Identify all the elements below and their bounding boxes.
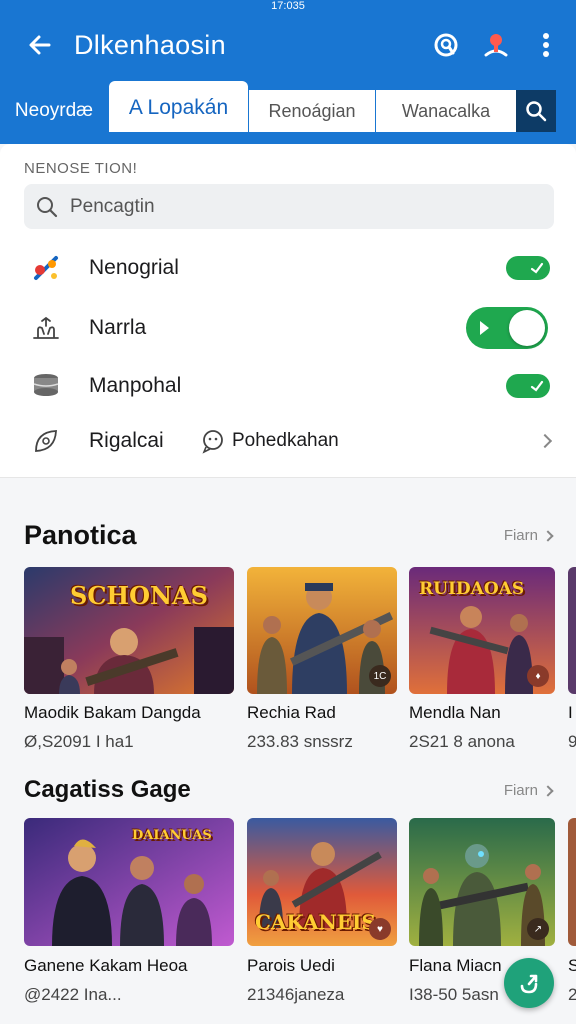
status-bar: 17:035: [0, 0, 576, 14]
game-title: Maodik Bakam Dangda: [24, 703, 201, 722]
game-thumbnail: 1C: [247, 567, 397, 694]
app-title: Dlkenhaosin: [74, 29, 226, 60]
game-meta: 233.83 snssrz: [247, 732, 353, 751]
search-icon: [36, 195, 60, 219]
profile-button[interactable]: [480, 29, 512, 61]
game-meta: Ø,S2091 I ha1: [24, 732, 134, 751]
section-title: Panotica: [24, 520, 137, 550]
game-title: S: [568, 956, 576, 975]
satellite-icon: [30, 252, 62, 284]
game-thumbnail: CAKANEIS ♥: [247, 818, 397, 946]
user-pin-icon: [484, 34, 508, 57]
tab-search-button[interactable]: [516, 90, 556, 132]
secondary-option[interactable]: Pohedkahan: [200, 428, 339, 454]
game-thumbnail: ↗: [409, 818, 555, 946]
thumbnail-art-title: CAKANEIS: [255, 910, 376, 934]
game-title: Parois Uedi: [247, 956, 335, 975]
game-title: Mendla Nan: [409, 703, 501, 722]
search-input[interactable]: [70, 195, 530, 218]
card-badge: ↗: [527, 918, 549, 940]
section-title: Cagatiss Gage: [24, 776, 191, 803]
game-meta: 9: [568, 732, 576, 751]
game-title: I: [568, 703, 573, 722]
check-icon: [530, 262, 544, 274]
settings-row-label: Rigalcai: [89, 429, 164, 452]
toggle-switch-large[interactable]: [466, 307, 548, 349]
tab-3[interactable]: Wanacalka: [376, 90, 516, 132]
toggle-switch[interactable]: [506, 256, 550, 280]
tab-0[interactable]: Neoyrdæ: [0, 90, 108, 132]
game-thumbnail: RUIDAOAS ♦: [409, 567, 555, 694]
search-circle-icon: [434, 33, 458, 57]
chevron-right-icon: [537, 433, 553, 449]
game-thumbnail: SCHONAS: [24, 567, 234, 694]
thumbnail-art-title: RUIDAOAS: [419, 579, 525, 599]
see-all-link[interactable]: Fiarn: [503, 782, 554, 799]
more-menu-button[interactable]: [530, 29, 562, 61]
settings-row-label: Nenogrial: [89, 256, 179, 279]
settings-row-label: Narrla: [89, 316, 147, 339]
game-meta: I38-50 5asn: [409, 985, 499, 1004]
game-title: Ganene Kakam Heoa: [24, 956, 188, 975]
settings-search: [24, 184, 554, 229]
card-badge: ♦: [527, 665, 549, 687]
game-thumbnail: DAIANUAS: [24, 818, 234, 946]
settings-row-2[interactable]: Manpohal: [0, 357, 576, 415]
tab-bar: Neoyrdæ A Lopakán Renoágian Wanacalka: [0, 76, 576, 144]
search-action-button[interactable]: [430, 29, 462, 61]
search-icon: [526, 101, 547, 122]
settings-panel: NENOSE TION! Nenogrial Narrla: [0, 144, 576, 478]
tab-2[interactable]: Renoágian: [249, 90, 375, 132]
game-card[interactable]: CAKANEIS ♥ Parois Uedi 21346janeza: [247, 818, 397, 1014]
check-icon: [530, 380, 544, 392]
game-title: Rechia Rad: [247, 703, 336, 722]
tab-1-selected[interactable]: A Lopakán: [109, 81, 248, 135]
thumbnail-art-title: SCHONAS: [70, 581, 208, 610]
game-card[interactable]: 1C Rechia Rad 233.83 snssrz: [247, 567, 397, 757]
game-card-partial[interactable]: I 9: [568, 567, 576, 757]
chevron-right-icon: [542, 784, 554, 797]
settings-row-1[interactable]: Narrla: [0, 299, 576, 357]
swap-arrow-icon: [520, 974, 538, 994]
play-icon: [480, 321, 489, 335]
toggle-switch[interactable]: [506, 374, 550, 398]
chevron-right-icon: [542, 529, 554, 542]
game-meta: 2S21 8 anona: [409, 732, 515, 751]
game-thumbnail: [568, 567, 576, 694]
app-bar: Dlkenhaosin: [0, 14, 576, 76]
see-all-link[interactable]: Fiarn: [503, 527, 554, 544]
chat-face-icon: [202, 430, 223, 454]
toggle-knob: [509, 310, 545, 346]
more-vertical-icon: [543, 33, 549, 57]
thumbnail-art-title: DAIANUAS: [132, 828, 212, 843]
settings-section-label: NENOSE TION!: [24, 160, 138, 177]
leaf-icon: [30, 425, 62, 457]
game-card[interactable]: RUIDAOAS ♦ Mendla Nan 2S21 8 anona: [409, 567, 555, 757]
game-title: Flana Miacn: [409, 956, 502, 975]
game-card-partial[interactable]: S 2: [568, 818, 576, 1014]
arrow-left-icon: [29, 35, 51, 55]
see-all-label: Fiarn: [503, 782, 538, 799]
game-meta: 21346janeza: [247, 985, 345, 1004]
settings-row-label: Manpohal: [89, 374, 182, 397]
game-meta: @2422 Ina...: [24, 985, 122, 1004]
game-thumbnail: [568, 818, 576, 946]
status-time: 17:035: [271, 0, 305, 12]
card-badge: 1C: [369, 665, 391, 687]
database-icon: [30, 370, 62, 402]
game-card[interactable]: SCHONAS Maodik Bakam Dangda Ø,S2091 I ha…: [24, 567, 234, 757]
back-button[interactable]: [26, 31, 54, 59]
card-badge: ♥: [369, 918, 391, 940]
game-card[interactable]: DAIANUAS Ganene Kakam Heoa @2422 Ina...: [24, 818, 234, 1014]
secondary-option-label: Pohedkahan: [232, 430, 339, 451]
hands-icon: [30, 312, 62, 344]
settings-row-3[interactable]: Rigalcai Pohedkahan: [0, 412, 576, 470]
game-meta: 2: [568, 985, 576, 1004]
floating-action-button[interactable]: [504, 958, 554, 1008]
settings-row-0[interactable]: Nenogrial: [0, 239, 576, 297]
see-all-label: Fiarn: [503, 527, 538, 544]
